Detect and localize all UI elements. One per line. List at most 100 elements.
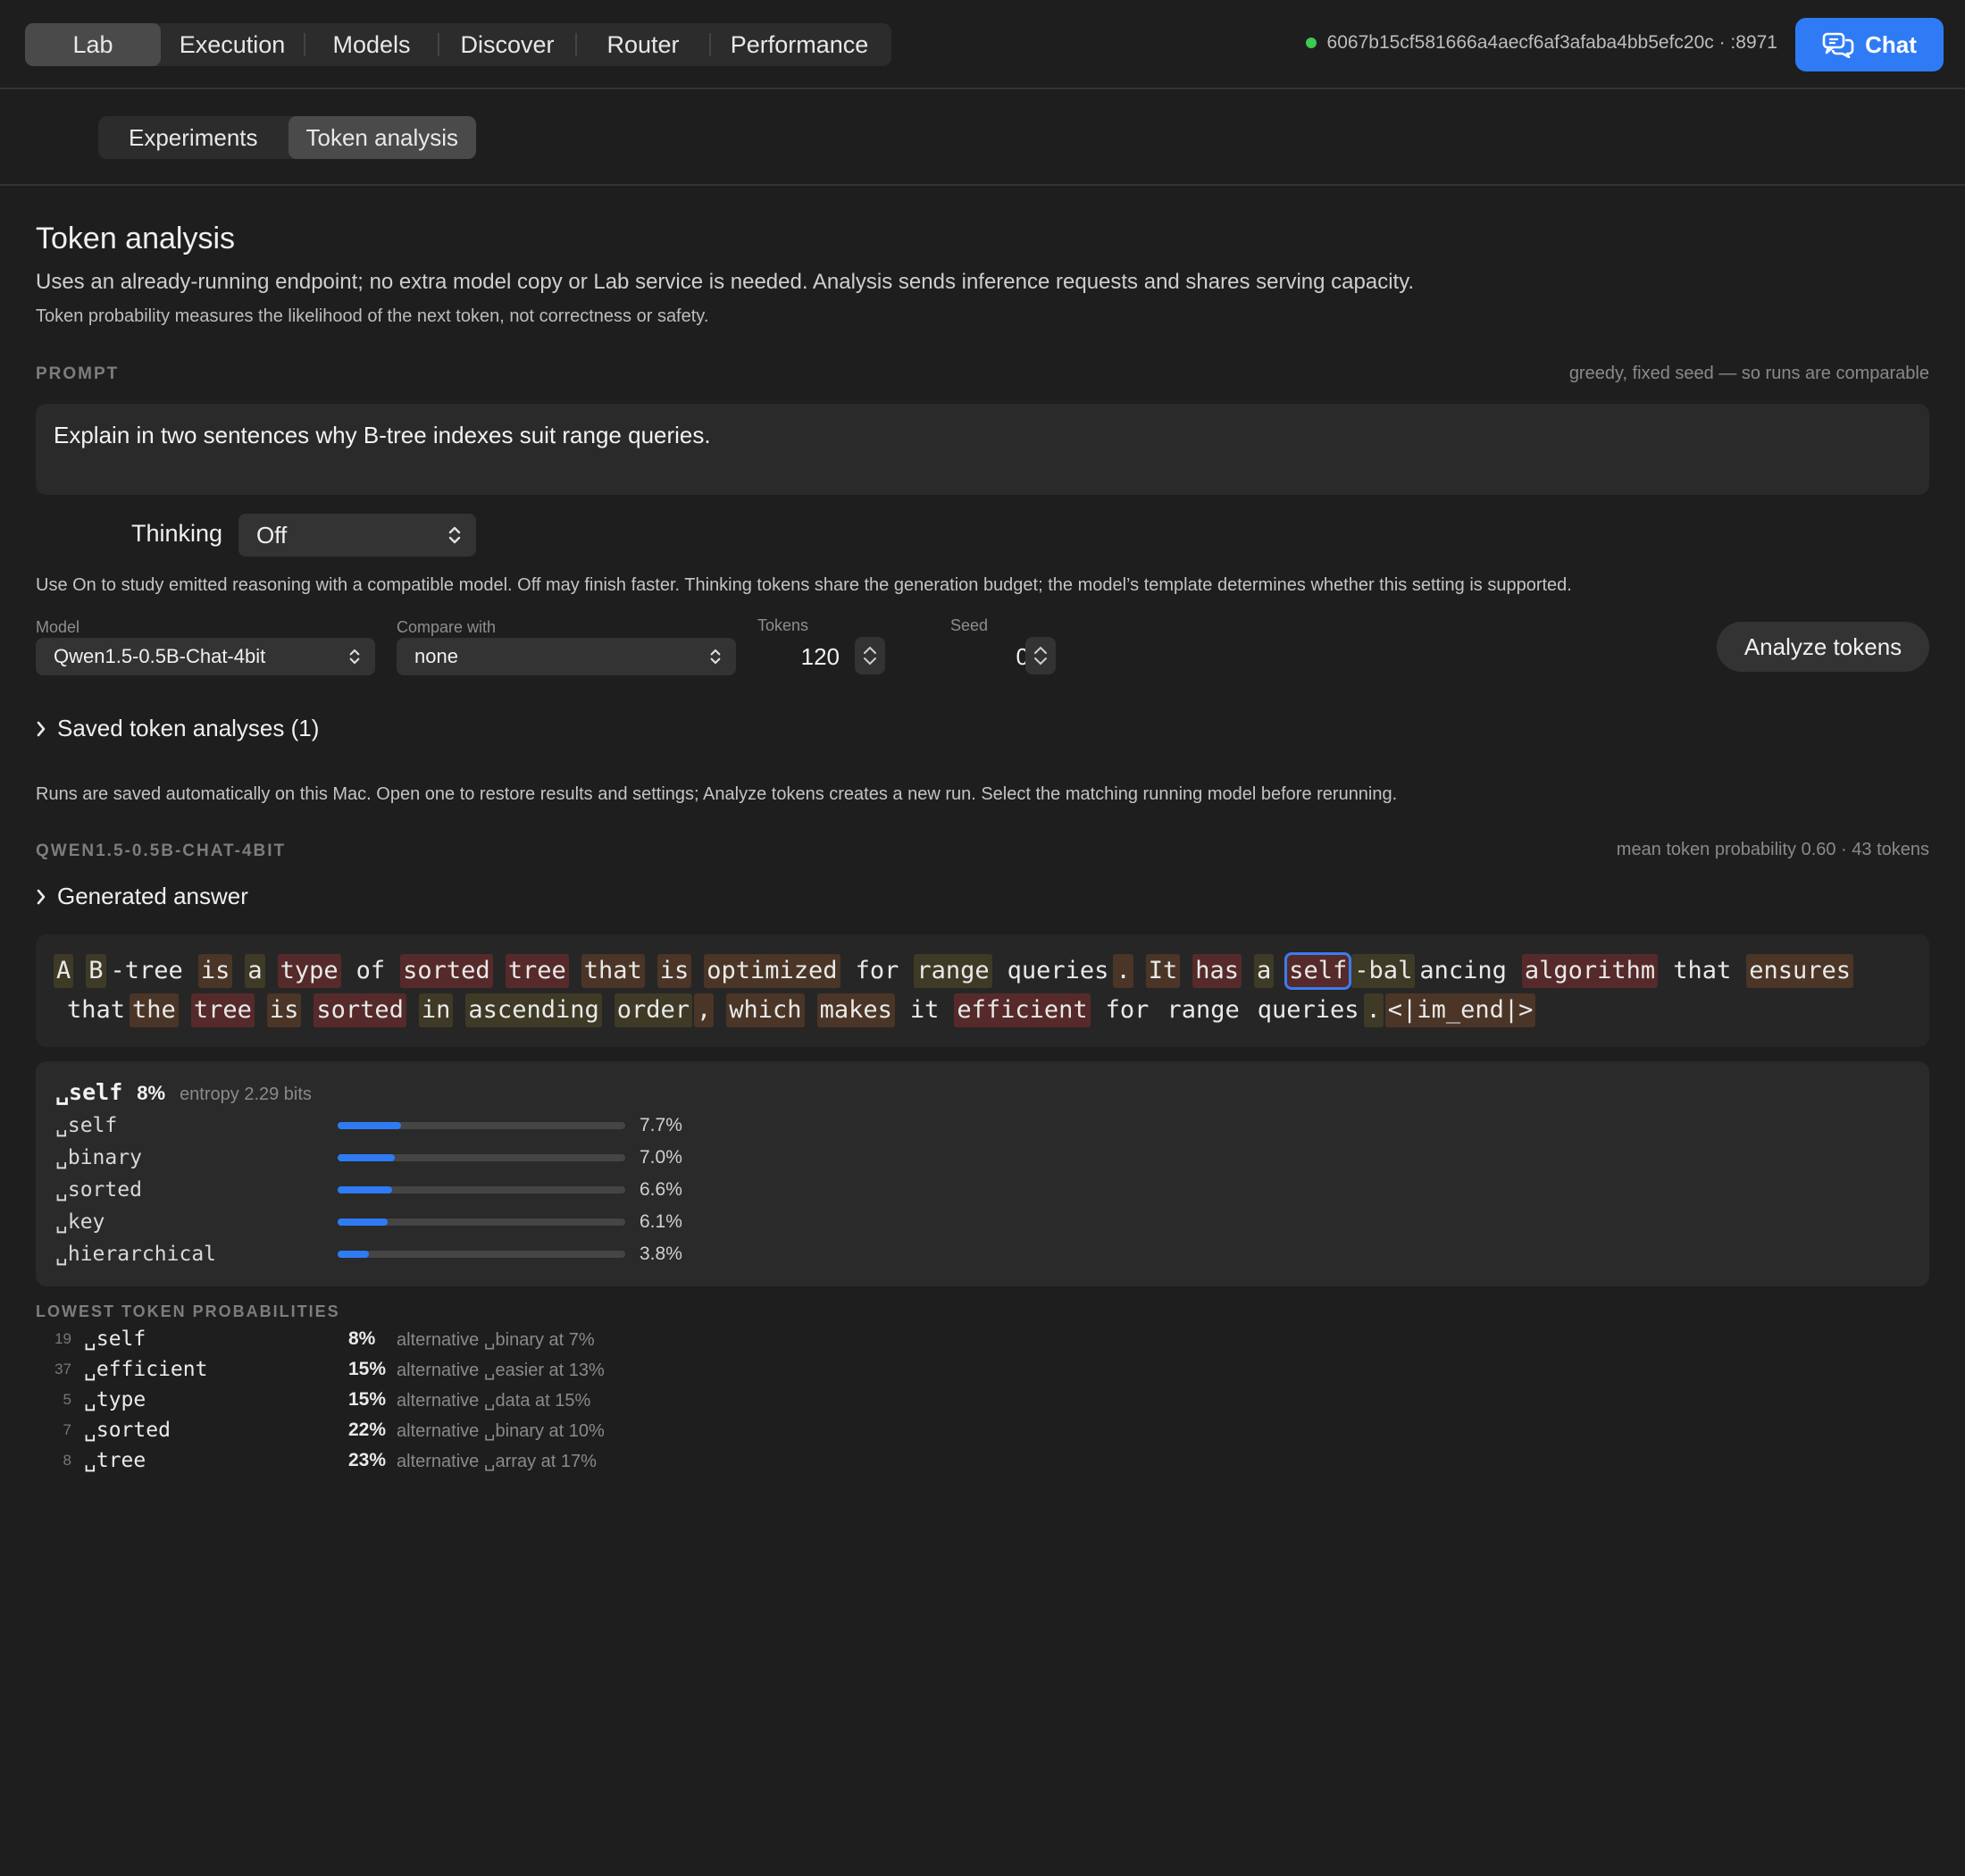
tab-token-analysis[interactable]: Token analysis (288, 116, 477, 159)
generated-answer-disclosure[interactable]: Generated answer (36, 883, 248, 910)
page-description: Uses an already-running endpoint; no ext… (36, 270, 1415, 294)
probability-bar (338, 1219, 625, 1226)
token-chip[interactable]: . (1113, 954, 1133, 988)
thinking-help: Use On to study emitted reasoning with a… (36, 575, 1572, 595)
server-status: 6067b15cf581666a4aecf6af3afaba4bb5efc20c… (1305, 32, 1777, 54)
probability-bar (338, 1154, 625, 1161)
selected-token-header: ␣self 8% entropy 2.29 bits (55, 1079, 1910, 1110)
token-chip[interactable]: A (54, 954, 74, 988)
lowest-row[interactable]: 7 ␣sorted 22% alternative ␣binary at 10% (36, 1415, 605, 1445)
lowest-row[interactable]: 5 ␣type 15% alternative ␣data at 15% (36, 1385, 605, 1415)
token-chip[interactable]: for (853, 954, 902, 988)
probability-bar (338, 1251, 625, 1258)
probability-bar-fill (338, 1219, 388, 1226)
token-chip[interactable]: is (656, 954, 692, 988)
token-chip[interactable]: queries (1255, 993, 1362, 1027)
probability-bar-fill (338, 1154, 395, 1161)
token-chip[interactable]: <|im_end|> (1384, 993, 1536, 1027)
token-chip[interactable]: order (614, 993, 693, 1027)
token-chip[interactable]: ascending (465, 993, 602, 1027)
chat-label: Chat (1865, 30, 1917, 58)
alternative-percent: 3.8% (640, 1244, 682, 1264)
sub-bar: Experiments Token analysis (0, 91, 1965, 186)
lowest-token: ␣efficient (84, 1358, 208, 1381)
token-stream: A B -tree is a type of sorted tree that is optimize… (54, 952, 1911, 1027)
token-chip[interactable]: algorithm (1521, 954, 1659, 988)
selected-token-chip[interactable]: self (1284, 952, 1352, 990)
token-chip[interactable]: that (581, 954, 645, 988)
token-chip[interactable]: has (1192, 954, 1242, 988)
token-chip[interactable]: optimized (704, 954, 840, 988)
tab-experiments[interactable]: Experiments (98, 116, 288, 159)
lowest-token-alternative: alternative ␣array at 17% (397, 1451, 597, 1471)
token-chip[interactable]: sorted (314, 993, 406, 1027)
alternative-row: ␣sorted 6.6% (55, 1174, 1910, 1206)
token-chip[interactable]: that (1670, 954, 1734, 988)
tokens-value[interactable]: 120 (768, 643, 840, 671)
token-chip[interactable]: range (914, 954, 992, 988)
token-chip[interactable]: type (277, 954, 341, 988)
thinking-label: Thinking (131, 520, 223, 547)
token-chip[interactable]: is (197, 954, 233, 988)
tokens-stepper[interactable] (855, 637, 885, 674)
token-chip[interactable]: makes (816, 993, 895, 1027)
token-chip[interactable]: that (64, 993, 128, 1027)
token-chip[interactable]: a (1254, 954, 1275, 988)
token-chip[interactable]: efficient (954, 993, 1091, 1027)
token-chip[interactable]: in (418, 993, 454, 1027)
alternative-token: ␣key (55, 1210, 105, 1234)
tab-performance[interactable]: Performance (711, 23, 888, 66)
token-chip[interactable]: a (245, 954, 265, 988)
lowest-row[interactable]: 8 ␣tree 23% alternative ␣array at 17% (36, 1445, 605, 1476)
token-chip[interactable]: ensures (1746, 954, 1854, 988)
model-select[interactable]: Qwen1.5-0.5B-Chat-4bit (36, 638, 375, 675)
token-chip[interactable]: tree (505, 954, 569, 988)
status-dot-icon (1305, 38, 1317, 48)
token-chip[interactable]: -tree (108, 954, 186, 988)
main-tabs: Lab Execution Models Discover Router Per… (25, 23, 891, 66)
token-chip[interactable]: range (1164, 993, 1242, 1027)
saved-analyses-label: Saved token analyses (1) (57, 715, 320, 741)
lowest-token-alternative: alternative ␣data at 15% (397, 1390, 591, 1411)
token-chip[interactable]: queries (1005, 954, 1112, 988)
lowest-row[interactable]: 37 ␣efficient 15% alternative ␣easier at 13… (36, 1354, 605, 1385)
chat-button[interactable]: Chat (1795, 18, 1944, 71)
lowest-token-percent: 15% (348, 1359, 387, 1379)
compare-select[interactable]: none (397, 638, 736, 675)
token-index: 19 (54, 1330, 71, 1347)
tab-execution[interactable]: Execution (161, 23, 304, 66)
token-index: 8 (63, 1452, 71, 1469)
lowest-token: ␣sorted (84, 1419, 171, 1442)
token-chip[interactable]: -bal (1351, 954, 1416, 988)
server-label: 6067b15cf581666a4aecf6af3afaba4bb5efc20c… (1326, 32, 1777, 53)
alternative-percent: 6.1% (640, 1211, 682, 1232)
token-chip[interactable]: of (354, 954, 389, 988)
analyze-tokens-button[interactable]: Analyze tokens (1717, 622, 1929, 672)
token-chip[interactable]: sorted (400, 954, 493, 988)
tab-discover[interactable]: Discover (439, 23, 575, 66)
tab-router[interactable]: Router (577, 23, 709, 66)
seed-value[interactable]: 0 (947, 643, 1029, 671)
seed-stepper[interactable] (1025, 637, 1056, 674)
token-chip[interactable]: is (266, 993, 302, 1027)
token-chip[interactable]: which (726, 993, 805, 1027)
lowest-token: ␣self (84, 1327, 146, 1351)
token-chip[interactable]: . (1363, 993, 1384, 1027)
selected-token-prob: 8% (137, 1082, 166, 1104)
token-chip[interactable]: for (1103, 993, 1152, 1027)
prompt-input[interactable]: Explain in two sentences why B-tree inde… (36, 404, 1929, 495)
token-chip[interactable]: , (694, 993, 715, 1027)
token-chip[interactable]: B (86, 954, 106, 988)
token-chip[interactable]: It (1145, 954, 1181, 988)
tab-models[interactable]: Models (305, 23, 438, 66)
token-chip[interactable]: ancing (1417, 954, 1509, 988)
alternative-token: ␣hierarchical (55, 1243, 217, 1266)
thinking-select[interactable]: Off (238, 514, 476, 557)
saved-analyses-disclosure[interactable]: Saved token analyses (1) (36, 715, 319, 742)
tab-lab[interactable]: Lab (25, 23, 161, 66)
sub-tabs: Experiments Token analysis (98, 116, 477, 159)
token-chip[interactable]: tree (190, 993, 255, 1027)
token-chip[interactable]: the (130, 993, 179, 1027)
lowest-row[interactable]: 19 ␣self 8% alternative ␣binary at 7% (36, 1324, 605, 1354)
token-chip[interactable]: it (907, 993, 942, 1027)
